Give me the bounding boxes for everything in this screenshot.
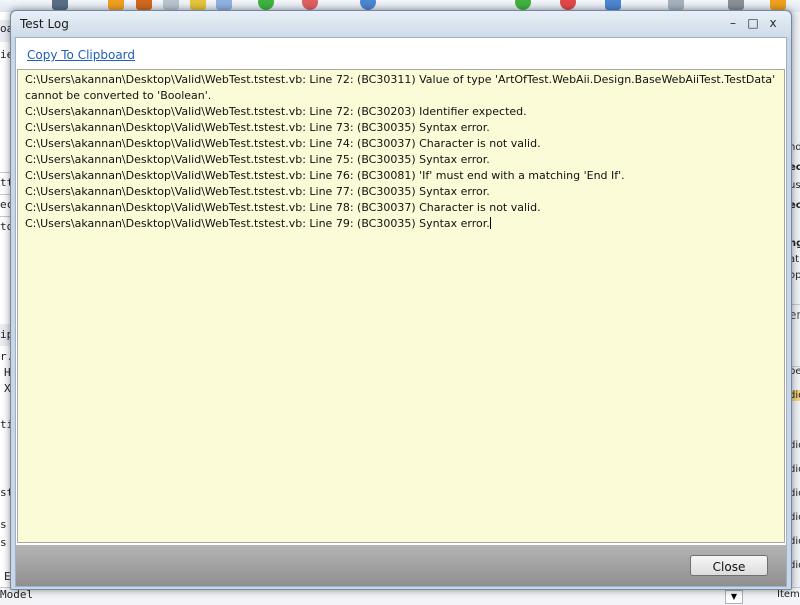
minimize-icon[interactable]: –	[724, 15, 742, 31]
dialog-title: Test Log	[20, 17, 69, 31]
toolbar-icon[interactable]	[605, 0, 621, 10]
toolbar-icon[interactable]	[360, 0, 376, 10]
toolbar-icon[interactable]	[108, 0, 124, 10]
dialog-titlebar[interactable]: Test Log – □ x	[11, 11, 791, 37]
copy-to-clipboard-link[interactable]: Copy To Clipboard	[27, 48, 135, 62]
log-output[interactable]: C:\Users\akannan\Desktop\Valid\WebTest.t…	[17, 69, 785, 543]
log-line: C:\Users\akannan\Desktop\Valid\WebTest.t…	[25, 153, 490, 166]
log-line: C:\Users\akannan\Desktop\Valid\WebTest.t…	[25, 169, 625, 182]
toolbar-icon[interactable]	[136, 0, 152, 10]
add-icon[interactable]	[515, 0, 531, 10]
close-button[interactable]: Close	[690, 555, 768, 576]
log-line: C:\Users\akannan\Desktop\Valid\WebTest.t…	[25, 105, 527, 118]
log-line: C:\Users\akannan\Desktop\Valid\WebTest.t…	[25, 201, 541, 214]
log-line-last: C:\Users\akannan\Desktop\Valid\WebTest.t…	[18, 216, 784, 232]
dialog-footer: Close	[16, 545, 786, 586]
toolbar-icon[interactable]	[728, 0, 744, 10]
toolbar-icon[interactable]	[770, 0, 786, 10]
chevron-down-icon[interactable]: ▼	[725, 590, 743, 604]
log-line-text: C:\Users\akannan\Desktop\Valid\WebTest.t…	[25, 217, 490, 230]
run-icon[interactable]	[258, 0, 274, 10]
stop-icon[interactable]	[302, 0, 318, 10]
test-log-dialog: Test Log – □ x Copy To Clipboard C:\User…	[10, 10, 792, 590]
item-label: Item	[777, 589, 800, 600]
close-icon[interactable]: x	[764, 15, 782, 31]
copy-bar: Copy To Clipboard	[16, 38, 786, 68]
toolbar-icon[interactable]	[668, 0, 684, 10]
dialog-content: Copy To Clipboard C:\Users\akannan\Deskt…	[15, 37, 787, 587]
toolbar-icon[interactable]	[216, 0, 232, 10]
log-line: C:\Users\akannan\Desktop\Valid\WebTest.t…	[25, 73, 776, 86]
maximize-icon[interactable]: □	[744, 15, 762, 31]
log-line: C:\Users\akannan\Desktop\Valid\WebTest.t…	[25, 137, 541, 150]
log-line: C:\Users\akannan\Desktop\Valid\WebTest.t…	[25, 185, 490, 198]
toolbar-icon[interactable]	[163, 0, 179, 10]
record-icon[interactable]	[560, 0, 576, 10]
log-line: cannot be converted to 'Boolean'.	[25, 89, 212, 102]
log-line: C:\Users\akannan\Desktop\Valid\WebTest.t…	[25, 121, 490, 134]
toolbar-icon[interactable]	[190, 0, 206, 10]
toolbar-icon[interactable]	[52, 0, 68, 10]
text-caret	[489, 217, 491, 229]
